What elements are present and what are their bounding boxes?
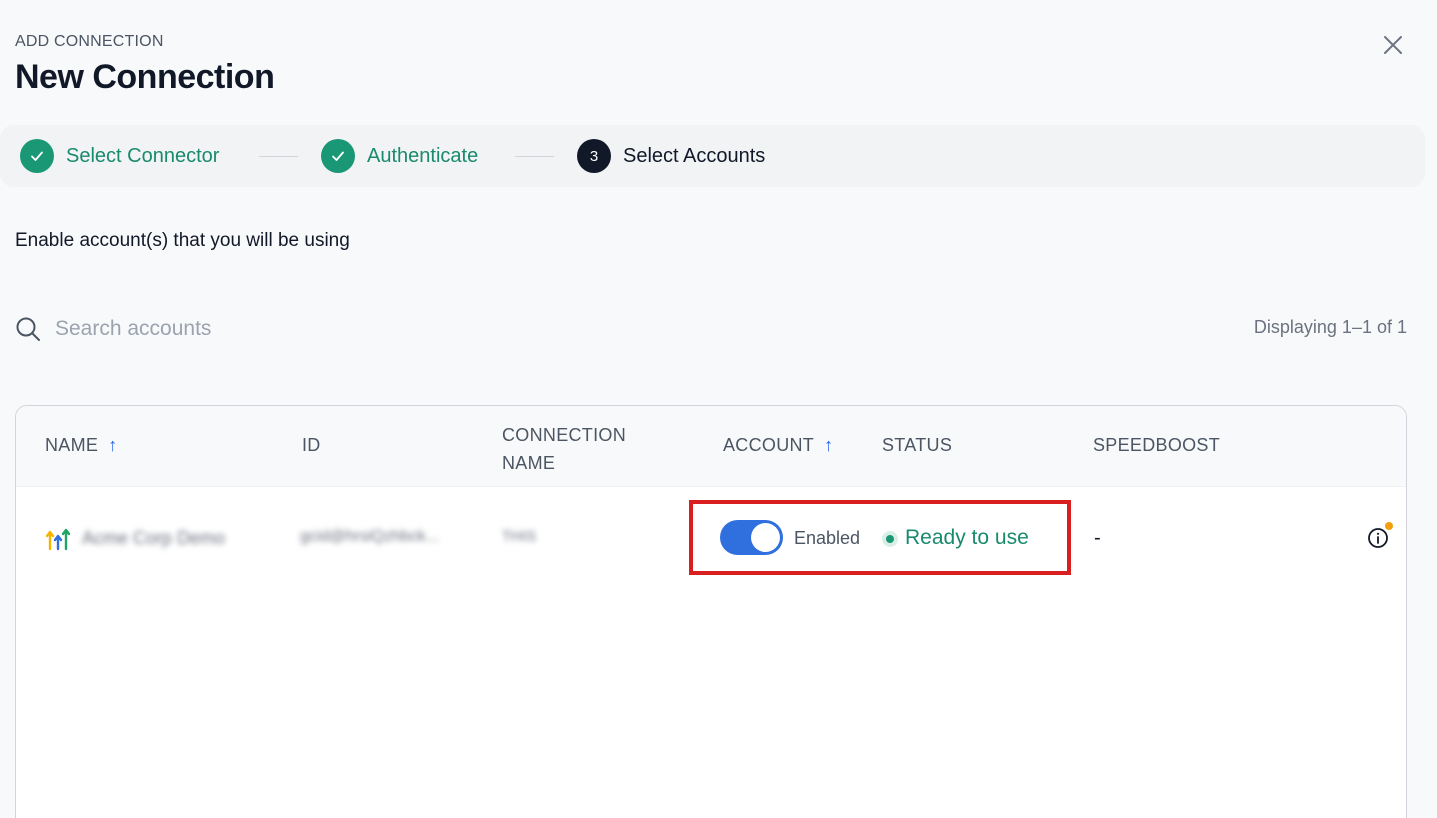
search-bar xyxy=(15,312,515,346)
result-count: Displaying 1–1 of 1 xyxy=(1253,317,1407,337)
account-id: gcid@hrsiQzhbck... xyxy=(300,528,439,545)
step-label: Authenticate xyxy=(367,144,479,167)
sort-arrow-icon: ↑ xyxy=(108,435,118,455)
table-header: NAME ↑ ID CONNECTION NAME ACCOUNT ↑ STAT… xyxy=(16,406,1406,487)
step-select-accounts: 3 Select Accounts xyxy=(577,139,765,173)
column-header-connection-name[interactable]: CONNECTION NAME xyxy=(502,421,626,477)
accounts-table: NAME ↑ ID CONNECTION NAME ACCOUNT ↑ STAT… xyxy=(15,405,1407,818)
column-header-speedboost[interactable]: SPEEDBOOST xyxy=(1093,435,1220,456)
search-icon xyxy=(16,317,40,341)
step-number: 3 xyxy=(577,139,611,173)
speedboost-value: - xyxy=(1094,527,1101,549)
step-label: Select Connector xyxy=(66,144,220,167)
account-enable-toggle[interactable] xyxy=(720,520,783,555)
account-name: Acme Corp Demo xyxy=(82,528,226,548)
search-input[interactable] xyxy=(55,317,475,341)
column-header-account[interactable]: ACCOUNT ↑ xyxy=(723,435,833,456)
column-header-id[interactable]: ID xyxy=(302,435,321,456)
sort-arrow-icon: ↑ xyxy=(824,435,834,455)
toggle-label: Enabled xyxy=(794,528,861,548)
status-dot-icon xyxy=(882,531,898,547)
column-header-name[interactable]: NAME ↑ xyxy=(45,435,118,456)
toggle-knob xyxy=(751,523,780,552)
stepper: Select Connector Authenticate 3 Select A… xyxy=(0,125,1425,187)
connection-name: THIS xyxy=(502,528,537,545)
step-authenticate[interactable]: Authenticate xyxy=(321,139,478,173)
check-icon xyxy=(321,139,355,173)
check-icon xyxy=(20,139,54,173)
close-button[interactable] xyxy=(1378,30,1408,60)
close-icon xyxy=(1384,36,1402,54)
google-ads-logo-icon xyxy=(46,528,71,551)
step-select-connector[interactable]: Select Connector xyxy=(20,139,219,173)
page-title: New Connection xyxy=(15,58,275,96)
step-separator xyxy=(259,156,298,157)
header-kicker: ADD CONNECTION xyxy=(15,33,164,50)
status-text: Ready to use xyxy=(905,526,1029,549)
column-header-status[interactable]: STATUS xyxy=(882,435,952,456)
step-separator xyxy=(515,156,554,157)
notification-dot-icon xyxy=(1385,522,1393,530)
step-label: Select Accounts xyxy=(623,144,766,167)
instruction-text: Enable account(s) that you will be using xyxy=(15,230,350,251)
